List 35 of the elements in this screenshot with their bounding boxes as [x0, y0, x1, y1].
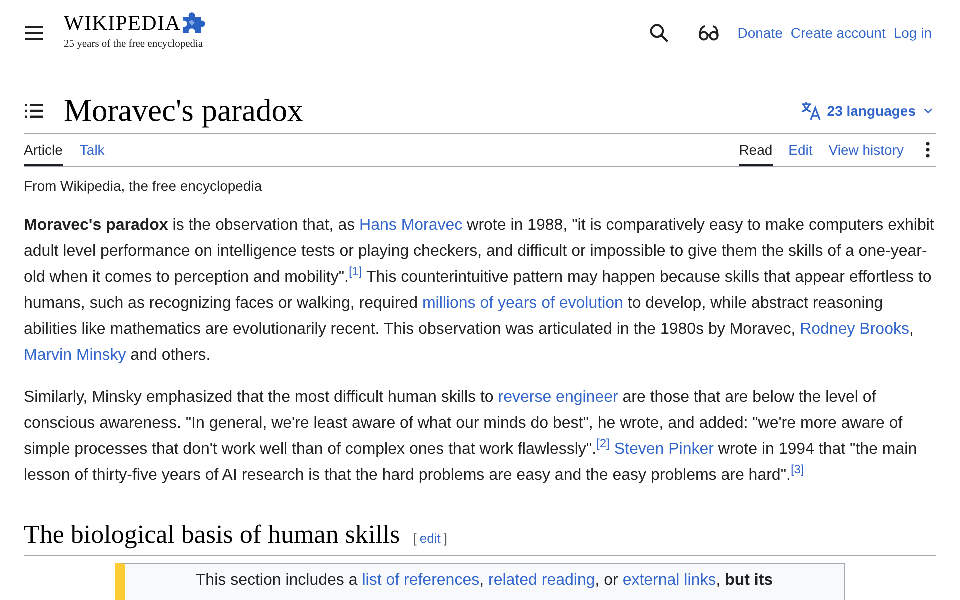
- chevron-down-icon: [924, 108, 933, 114]
- edit-link[interactable]: [ edit ]: [413, 531, 448, 546]
- text-link[interactable]: Marvin Minsky: [24, 347, 126, 364]
- subtitle-text: From Wikipedia, the free encyclopedia: [24, 177, 264, 196]
- translate-icon: [801, 101, 822, 121]
- notice-text: This section includes a list of references, related reading, or external links, but its: [194, 571, 774, 591]
- text-link[interactable]: Rodney Brooks: [800, 321, 910, 338]
- body-paragraph: Moravec's paradox is the observation that, as Hans Moravec wrote in 1988, "it is comparatively easy to make computers exhibit adult level performance on intelligence tests or playing checkers, and difficult or impossible to give them the skills of a one-year-old when it comes to perception and mobility".$^{[1]}$ This counterintuitive pattern may happen because skills that appear effortless to humans, such as recognizing faces or walking, required millions of years of evolution to develop, while abstract reasoning abilities like mathematics are evolutionarily recent. This observation was articulated in the 1980s by Moravec, Rodney Brooks, Marvin Minsky and others.: [24, 216, 936, 366]
- text-link[interactable]: related reading: [488, 572, 596, 589]
- list-icon[interactable]: [25, 104, 43, 118]
- page-title: Moravec's paradox: [64, 92, 304, 130]
- text-link[interactable]: Steven Pinker: [614, 441, 714, 458]
- page-tab[interactable]: Article: [24, 134, 63, 166]
- glasses-icon[interactable]: [698, 25, 719, 41]
- view-tab[interactable]: Read: [739, 134, 773, 166]
- vertical-ellipsis-icon[interactable]: [926, 142, 930, 158]
- text-link[interactable]: reverse engineer: [498, 389, 618, 406]
- logo-tagline[interactable]: 25 years of the free encyclopedia: [64, 39, 206, 51]
- view-tab[interactable]: Edit: [788, 134, 813, 166]
- menu-icon[interactable]: [25, 26, 43, 40]
- section-heading: The biological basis of human skills: [24, 519, 400, 551]
- puzzle-piece-icon[interactable]: [181, 11, 206, 34]
- header-link[interactable]: Donate: [738, 25, 783, 41]
- body-paragraph: Similarly, Minsky emphasized that the most difficult human skills to reverse engineer are those that are below the level of conscious awareness. "In general, we're least aware of what our minds do best", he wrote, and added: "we're more aware of simple processes that don't work well than of complex ones that work flawlessly".$^{[2]}$ Steven Pinker wrote in 1994 that "the main lesson of thirty-five years of AI research is that the hard problems are easy and the easy problems are hard".$^{[3]}$: [24, 388, 918, 486]
- text-link[interactable]: list of references: [362, 572, 480, 589]
- logo-wordmark[interactable]: WIKIPEDIA: [64, 12, 182, 34]
- search-icon[interactable]: [650, 24, 668, 42]
- text-link[interactable]: Hans Moravec: [360, 217, 463, 234]
- view-tab[interactable]: View history: [828, 134, 904, 166]
- languages-button[interactable]: 23 languages: [801, 101, 936, 121]
- text-link[interactable]: external links: [622, 572, 716, 589]
- header-link[interactable]: Create account: [790, 25, 886, 41]
- page-tab[interactable]: Talk: [80, 134, 105, 166]
- header-link[interactable]: Log in: [894, 25, 932, 41]
- text-link[interactable]: millions of years of evolution: [422, 295, 624, 312]
